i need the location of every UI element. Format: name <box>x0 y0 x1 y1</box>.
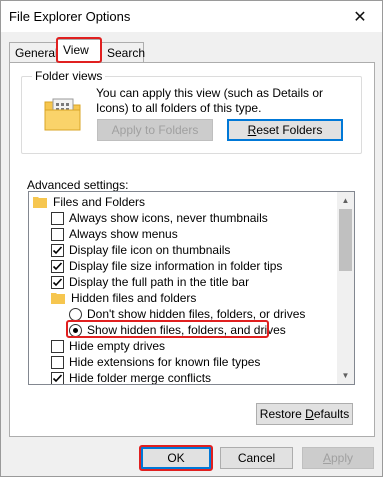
restore-defaults-button[interactable]: Restore Defaults <box>256 403 353 425</box>
restore-defaults-mnemonic: D <box>305 407 314 421</box>
folder-views-description: You can apply this view (such as Details… <box>96 86 324 115</box>
radio-selected[interactable] <box>69 323 82 337</box>
option-label: Hide folder merge conflicts <box>69 371 212 385</box>
checkbox-checked[interactable] <box>51 371 64 384</box>
checkmark-icon <box>52 373 63 382</box>
reset-folders-button[interactable]: Reset Folders <box>227 119 343 141</box>
scroll-thumb[interactable] <box>339 209 352 271</box>
close-button[interactable]: ✕ <box>338 1 382 32</box>
apply-label: pply <box>331 451 354 465</box>
folder-views-legend: Folder views <box>32 69 106 83</box>
option-hide-extensions[interactable]: Hide extensions for known file types <box>51 354 260 370</box>
folder-icon <box>33 197 47 208</box>
option-label: Display file icon on thumbnails <box>69 243 231 257</box>
file-explorer-options-dialog: File Explorer Options ✕ General View Sea… <box>0 0 383 477</box>
option-label: Don't show hidden files, folders, or dri… <box>87 307 306 321</box>
checkmark-icon <box>52 277 63 286</box>
advanced-settings-list[interactable]: Files and Folders Always show icons, nev… <box>28 191 355 385</box>
checkbox-unchecked[interactable] <box>51 211 64 225</box>
option-hide-merge-conflicts[interactable]: Hide folder merge conflicts <box>51 370 212 385</box>
option-label: Display the full path in the title bar <box>69 275 250 289</box>
restore-defaults-label-rest: efaults <box>313 407 350 421</box>
tree-item-label: Hidden files and folders <box>71 291 197 305</box>
checkbox-checked[interactable] <box>51 259 64 273</box>
apply-to-folders-button[interactable]: Apply to Folders <box>97 119 213 141</box>
reset-folders-label: eset Folders <box>256 123 323 137</box>
option-dont-show-hidden[interactable]: Don't show hidden files, folders, or dri… <box>69 306 305 322</box>
scroll-down-icon[interactable]: ▼ <box>337 367 354 384</box>
option-label: Hide extensions for known file types <box>69 355 261 369</box>
checkbox-unchecked[interactable] <box>51 355 64 369</box>
option-label: Hide empty drives <box>69 339 166 353</box>
close-icon: ✕ <box>353 8 367 26</box>
checkmark-icon <box>52 245 63 254</box>
apply-button[interactable]: Apply <box>302 447 374 469</box>
radio-unselected[interactable] <box>69 307 82 321</box>
tree-folder-hidden-files: Hidden files and folders <box>51 290 196 306</box>
option-label: Always show menus <box>69 227 178 241</box>
tab-general-label: General <box>15 46 58 60</box>
option-always-show-icons[interactable]: Always show icons, never thumbnails <box>51 210 268 226</box>
folder-icon <box>51 293 65 304</box>
checkbox-checked[interactable] <box>51 243 64 257</box>
option-label: Display file size information in folder … <box>69 259 283 273</box>
checkbox-unchecked[interactable] <box>51 339 64 353</box>
checkbox-checked[interactable] <box>51 275 64 289</box>
option-display-file-size[interactable]: Display file size information in folder … <box>51 258 282 274</box>
window-title: File Explorer Options <box>9 9 131 24</box>
title-bar: File Explorer Options ✕ <box>1 1 382 32</box>
tab-view[interactable]: View <box>57 39 101 63</box>
checkmark-icon <box>52 261 63 270</box>
option-hide-empty-drives[interactable]: Hide empty drives <box>51 338 165 354</box>
option-display-file-icon[interactable]: Display file icon on thumbnails <box>51 242 230 258</box>
vertical-scrollbar[interactable]: ▲ ▼ <box>337 192 354 384</box>
scroll-up-icon[interactable]: ▲ <box>337 192 354 209</box>
folder-view-icon <box>44 98 81 131</box>
option-always-show-menus[interactable]: Always show menus <box>51 226 178 242</box>
tree-item-label: Files and Folders <box>53 195 146 209</box>
ok-button[interactable]: OK <box>141 447 211 469</box>
tab-view-label: View <box>63 43 89 57</box>
cancel-label: Cancel <box>237 451 276 465</box>
tab-general[interactable]: General <box>9 42 58 62</box>
option-label: Show hidden files, folders, and drives <box>87 323 286 337</box>
cancel-button[interactable]: Cancel <box>220 447 293 469</box>
restore-defaults-label: Restore <box>259 407 302 421</box>
checkbox-unchecked[interactable] <box>51 227 64 241</box>
tab-search[interactable]: Search <box>101 42 146 62</box>
tab-search-label: Search <box>107 46 146 60</box>
apply-to-folders-label: Apply to Folders <box>111 123 199 137</box>
tree-folder-files-and-folders: Files and Folders <box>33 194 145 210</box>
advanced-settings-label: Advanced settings: <box>27 178 129 192</box>
ok-label: OK <box>167 451 185 465</box>
apply-mnemonic: A <box>322 451 331 465</box>
option-show-hidden[interactable]: Show hidden files, folders, and drives <box>69 322 286 338</box>
option-label: Always show icons, never thumbnails <box>69 211 268 225</box>
option-display-full-path[interactable]: Display the full path in the title bar <box>51 274 249 290</box>
reset-folders-mnemonic: R <box>247 123 257 137</box>
